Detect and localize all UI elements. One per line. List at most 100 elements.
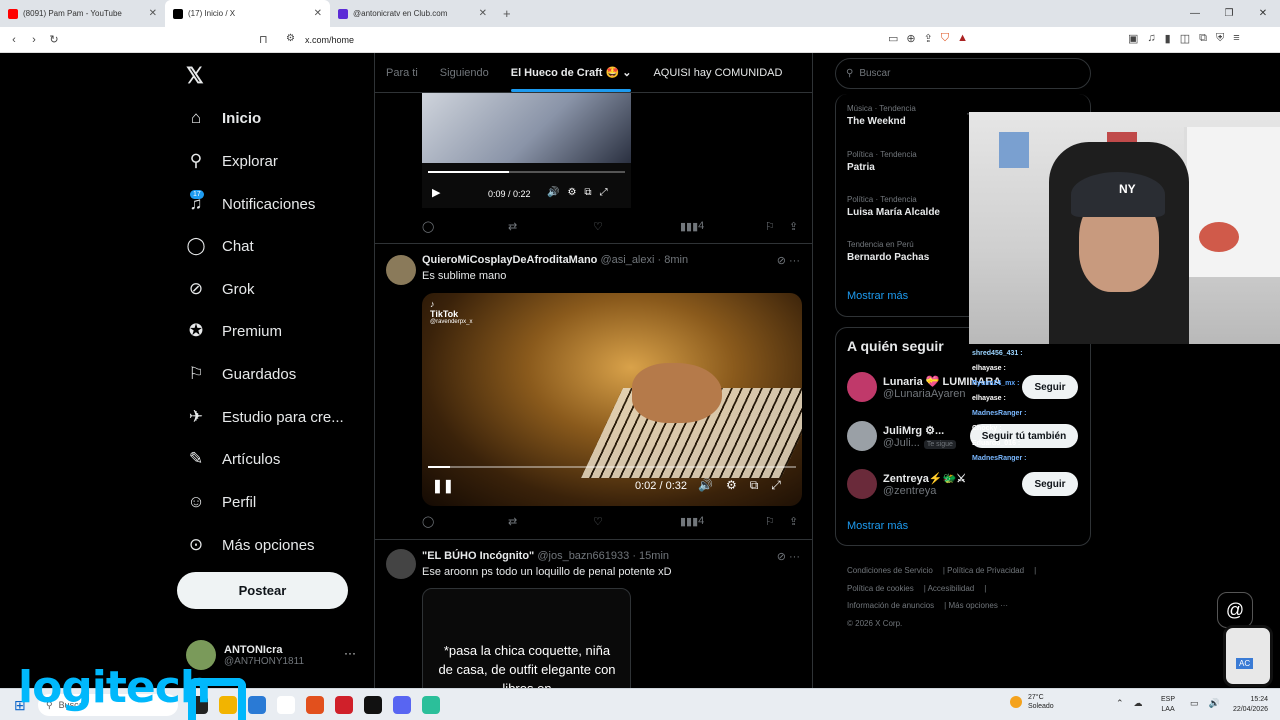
fullscreen-icon[interactable]: ⤢ [600,187,608,198]
brave-shield-icon[interactable]: ⛉ [941,32,949,45]
footer-link[interactable]: Información de anuncios [847,601,934,610]
footer-link[interactable]: Accesibilidad [928,584,975,593]
reload-icon[interactable]: ↻ [44,33,64,46]
show-more-link[interactable]: Mostrar más [847,290,908,302]
trend-item[interactable]: Música · Tendencia The Weeknd [847,104,916,127]
nav-item-explore[interactable]: ⚲ Explorar [186,146,278,176]
show-more-link[interactable]: Mostrar más [847,520,908,532]
nav-item-creator-studio[interactable]: ✈ Estudio para cre... [186,402,344,432]
pause-icon[interactable]: ❚❚ [432,478,454,494]
nav-item-profile[interactable]: ☺ Perfil [186,487,256,517]
search-input[interactable]: ⚲ Buscar [835,58,1091,89]
like-icon[interactable]: ♡ [593,515,603,528]
volume-icon[interactable]: 🔊 [1209,698,1220,709]
bookmark-icon[interactable]: ⚐ [765,515,775,528]
volume-icon[interactable]: 🔊 [698,478,713,493]
follow-button[interactable]: Seguir [1022,472,1078,496]
rewards-icon[interactable]: ▲ [957,32,968,45]
fullscreen-icon[interactable]: ⤢ [771,478,781,493]
onedrive-icon[interactable]: ☁ [1134,698,1143,709]
trend-item[interactable]: Política · Tendencia Luisa María Alcalde [847,195,940,218]
nav-item-grok[interactable]: ⊘ Grok [186,274,255,304]
views-icon[interactable]: ▮▮▮ 4 [680,220,704,233]
pip-icon[interactable]: ⧉ [750,478,759,493]
app-icon[interactable] [335,696,353,714]
footer-link[interactable]: Condiciones de Servicio [847,566,933,575]
settings-icon[interactable]: ⚙ [726,478,737,493]
trend-item[interactable]: Política · Tendencia Patria [847,150,917,173]
pip-icon[interactable]: ⧉ [584,187,591,198]
zoom-icon[interactable]: ⊕ [906,32,915,45]
tab-community-aquisi[interactable]: AQUISI hay COMUNIDAD [653,67,782,79]
footer-link[interactable]: Política de cookies [847,584,914,593]
tweet-handle[interactable]: @jos_bazn661933 [537,550,629,562]
tweet-more-icon[interactable]: ⊘ ··· [777,550,800,563]
account-more-icon[interactable]: ··· [344,646,356,660]
display-icon[interactable]: ▭ [1190,698,1199,709]
store-icon[interactable] [248,696,266,714]
nav-item-more[interactable]: ⊙ Más opciones [186,530,315,560]
minimize-icon[interactable]: — [1178,8,1212,19]
obs-icon[interactable] [364,696,382,714]
browser-tab-youtube[interactable]: (8091) Pam Pam - YouTube ✕ [0,0,165,27]
share-icon[interactable]: ⇪ [789,220,798,233]
settings-icon[interactable]: ⚙ [567,187,576,198]
nav-item-bookmarks[interactable]: ⚐ Guardados [186,359,296,389]
nav-item-chat[interactable]: ◯ Chat [186,231,253,261]
threads-icon[interactable]: @ [1217,592,1253,628]
browser-tab-club[interactable]: @antonicratv en Club.com ✕ [330,0,495,27]
x-logo-icon[interactable]: 𝕏 [186,63,204,89]
install-icon[interactable]: ▭ [888,32,898,45]
like-icon[interactable]: ♡ [593,220,603,233]
views-icon[interactable]: ▮▮▮ 4 [680,515,704,528]
site-info-icon[interactable]: ⚙ [286,33,295,44]
reply-icon[interactable]: ◯ [422,220,434,233]
retweet-icon[interactable]: ⇄ [508,515,517,528]
video-progress-bar[interactable] [428,171,625,173]
clock[interactable]: 15:24 22/04/2026 [1224,695,1268,715]
new-tab-icon[interactable]: + [495,6,519,21]
vpn-icon[interactable]: ⛨ [1216,32,1224,45]
reply-icon[interactable]: ◯ [422,515,434,528]
video-progress-bar[interactable] [428,466,796,468]
tab-community-craft[interactable]: El Hueco de Craft 🤩 ⌄ [510,66,631,92]
play-icon[interactable]: ▶ [432,186,440,199]
extensions-icon[interactable]: ⧉ [1199,32,1207,45]
tweet-age[interactable]: 8min [664,254,688,266]
tweet-author[interactable]: QuieroMiCosplayDeAfroditaMano [422,254,597,266]
restore-icon[interactable]: ❐ [1212,8,1246,19]
tab-following[interactable]: Siguiendo [440,67,489,79]
reading-list-icon[interactable]: ▮ [1165,32,1171,45]
discord-icon[interactable] [393,696,411,714]
video-thumbnail[interactable] [422,93,631,163]
nav-item-notifications[interactable]: ♫ Notificaciones [186,189,316,219]
bookmark-page-icon[interactable]: ⊓ [259,33,268,46]
app-icon[interactable] [277,696,295,714]
nav-item-articles[interactable]: ✎ Artículos [186,444,280,474]
tab-for-you[interactable]: Para ti [386,67,418,79]
nav-item-premium[interactable]: ✪ Premium [186,316,282,346]
volume-icon[interactable]: 🔊 [547,187,559,198]
tweet-handle[interactable]: @asi_alexi [600,254,654,266]
language-indicator[interactable]: ESP LAA [1161,695,1175,715]
retweet-icon[interactable]: ⇄ [508,220,517,233]
share-icon[interactable]: ⇪ [789,515,798,528]
footer-link[interactable]: Más opciones ··· [948,601,1008,610]
avatar[interactable] [386,255,416,285]
post-button[interactable]: Postear [177,572,348,609]
music-icon[interactable]: ♫ [1147,32,1155,45]
wallet-icon[interactable]: ◫ [1180,32,1190,45]
nav-item-home[interactable]: ⌂ Inicio [186,103,261,133]
window-close-icon[interactable]: ✕ [1246,8,1280,19]
bookmark-icon[interactable]: ⚐ [765,220,775,233]
brave-icon[interactable] [306,696,324,714]
browser-tab-x[interactable]: (17) Inicio / X ✕ [165,0,330,27]
close-icon[interactable]: ✕ [314,8,322,19]
follow-suggestion[interactable]: Zentreya⚡🐲⚔ @zentreya [847,469,966,499]
close-icon[interactable]: ✕ [479,8,487,19]
tweet-age[interactable]: 15min [639,550,669,562]
sidebar-toggle-icon[interactable]: ▣ [1128,32,1138,45]
trend-item[interactable]: Tendencia en Perú Bernardo Pachas [847,240,929,263]
follow-button[interactable]: Seguir [1022,375,1078,399]
tweet-more-icon[interactable]: ⊘ ··· [777,254,800,267]
